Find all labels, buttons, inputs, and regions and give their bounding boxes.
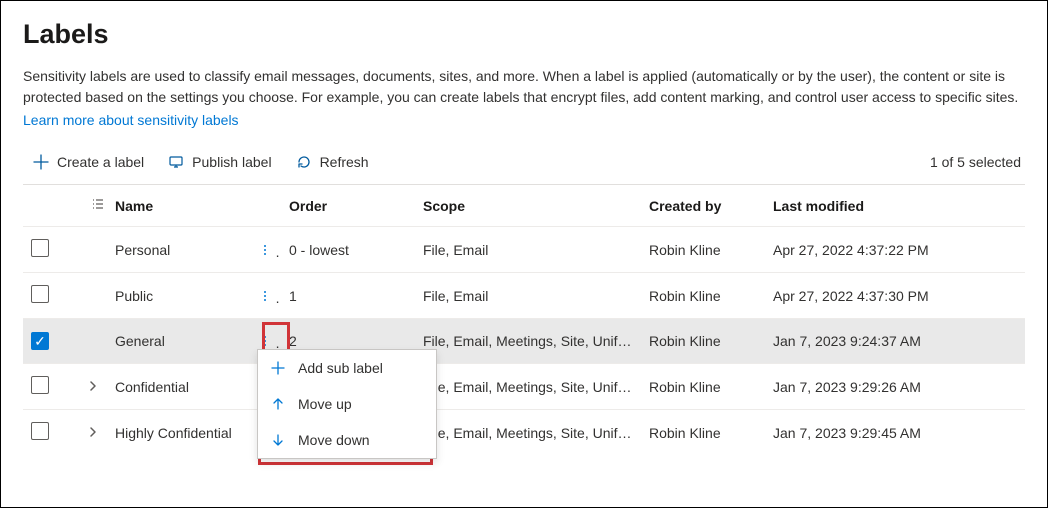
row-created-by: Robin Kline xyxy=(641,364,765,410)
publish-label-button[interactable]: Publish label xyxy=(158,150,281,174)
page-frame: Labels Sensitivity labels are used to cl… xyxy=(0,0,1048,508)
create-label-button[interactable]: Create a label xyxy=(23,150,154,174)
row-name[interactable]: Confidential xyxy=(107,364,247,410)
page-description: Sensitivity labels are used to classify … xyxy=(23,66,1023,108)
list-view-icon[interactable] xyxy=(87,197,105,211)
row-last-modified: Jan 7, 2023 9:29:26 AM xyxy=(765,364,1025,410)
labels-table: Name Order Scope Created by Last modifie… xyxy=(23,185,1025,455)
row-last-modified: Apr 27, 2022 4:37:30 PM xyxy=(765,273,1025,319)
row-last-modified: Jan 7, 2023 9:24:37 AM xyxy=(765,319,1025,364)
table-row[interactable]: Personal 0 - lowestFile, EmailRobin Kline… xyxy=(23,227,1025,273)
row-scope: File, Email, Meetings, Site, UnifiedGrou… xyxy=(415,364,641,410)
arrow-down-icon xyxy=(270,433,286,447)
row-order: 1 xyxy=(281,273,415,319)
menu-move-up-text: Move up xyxy=(298,396,352,412)
menu-move-down-text: Move down xyxy=(298,432,370,448)
arrow-up-icon xyxy=(270,397,286,411)
create-label-text: Create a label xyxy=(57,154,144,170)
row-checkbox[interactable] xyxy=(31,422,49,440)
row-order: 0 - lowest xyxy=(281,227,415,273)
row-last-modified: Apr 27, 2022 4:37:22 PM xyxy=(765,227,1025,273)
col-created-by[interactable]: Created by xyxy=(641,185,765,227)
row-name[interactable]: Public xyxy=(107,273,247,319)
toolbar: Create a label Publish label Refresh 1 o… xyxy=(23,146,1025,185)
row-actions-button[interactable] xyxy=(255,240,275,260)
row-scope: File, Email xyxy=(415,273,641,319)
row-context-menu: Add sub label Move up Move down xyxy=(257,349,437,459)
col-scope[interactable]: Scope xyxy=(415,185,641,227)
row-last-modified: Jan 7, 2023 9:29:45 AM xyxy=(765,410,1025,456)
row-created-by: Robin Kline xyxy=(641,273,765,319)
row-created-by: Robin Kline xyxy=(641,319,765,364)
refresh-button[interactable]: Refresh xyxy=(286,150,379,174)
menu-move-up[interactable]: Move up xyxy=(258,386,436,422)
chevron-right-icon[interactable] xyxy=(87,379,99,395)
row-checkbox[interactable] xyxy=(31,332,49,350)
plus-icon xyxy=(33,154,49,170)
row-checkbox[interactable] xyxy=(31,376,49,394)
row-created-by: Robin Kline xyxy=(641,227,765,273)
menu-add-sub-label[interactable]: Add sub label xyxy=(258,350,436,386)
col-last-modified[interactable]: Last modified xyxy=(765,185,1025,227)
table-row[interactable]: Confidential File, Email, Meetings, Site,… xyxy=(23,364,1025,410)
row-name[interactable]: General xyxy=(107,319,247,364)
col-name[interactable]: Name xyxy=(107,185,247,227)
menu-move-down[interactable]: Move down xyxy=(258,422,436,458)
table-row[interactable]: Highly Confidential File, Email, Meetings… xyxy=(23,410,1025,456)
row-scope: File, Email, Meetings, Site, UnifiedGrou… xyxy=(415,319,641,364)
row-scope: File, Email, Meetings, Site, UnifiedGrou… xyxy=(415,410,641,456)
refresh-icon xyxy=(296,154,312,170)
plus-icon xyxy=(270,361,286,375)
row-actions-button[interactable] xyxy=(255,286,275,306)
row-checkbox[interactable] xyxy=(31,285,49,303)
col-order[interactable]: Order xyxy=(281,185,415,227)
row-scope: File, Email xyxy=(415,227,641,273)
learn-more-link[interactable]: Learn more about sensitivity labels xyxy=(23,112,239,128)
chevron-right-icon[interactable] xyxy=(87,425,99,441)
row-name[interactable]: Personal xyxy=(107,227,247,273)
selection-count: 1 of 5 selected xyxy=(930,154,1025,170)
row-actions-button[interactable] xyxy=(255,331,275,351)
table-header-row: Name Order Scope Created by Last modifie… xyxy=(23,185,1025,227)
row-created-by: Robin Kline xyxy=(641,410,765,456)
table-row[interactable]: Public 1File, EmailRobin KlineApr 27, 202… xyxy=(23,273,1025,319)
row-checkbox[interactable] xyxy=(31,239,49,257)
publish-label-text: Publish label xyxy=(192,154,271,170)
refresh-text: Refresh xyxy=(320,154,369,170)
menu-add-sub-label-text: Add sub label xyxy=(298,360,383,376)
publish-icon xyxy=(168,154,184,170)
table-row[interactable]: General2File, Email, Meetings, Site, Uni… xyxy=(23,319,1025,364)
page-title: Labels xyxy=(23,19,1025,50)
row-name[interactable]: Highly Confidential xyxy=(107,410,247,456)
